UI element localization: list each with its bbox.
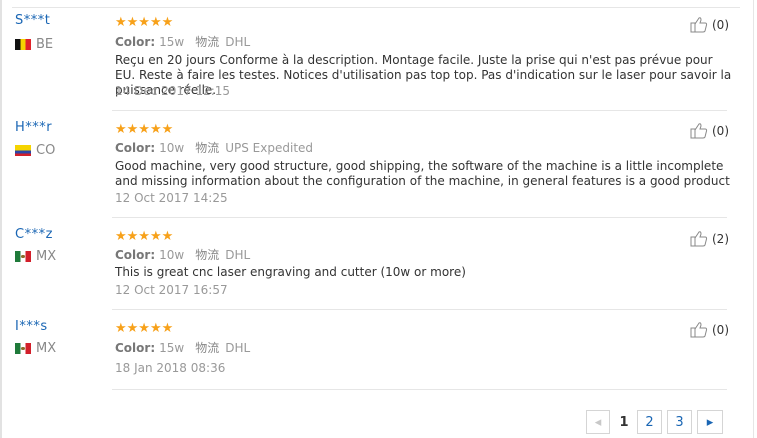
country-code: MX	[36, 341, 57, 356]
helpful-button[interactable]: (2)	[690, 230, 729, 247]
reviewer-name: I***s	[15, 319, 48, 334]
review-meta: Color: 15w 物流 DHL	[115, 33, 250, 50]
color-value: 15w	[159, 341, 185, 355]
mexico-flag-icon	[15, 343, 31, 354]
star-rating: ★★★★★	[115, 229, 174, 244]
right-frame-border	[753, 0, 754, 438]
reviewer-name: C***z	[15, 227, 53, 242]
colombia-flag-icon	[15, 145, 31, 156]
thumbs-up-icon	[690, 123, 708, 139]
review-divider	[112, 389, 727, 390]
helpful-count: (0)	[712, 322, 729, 337]
color-label: Color:	[115, 141, 156, 155]
top-divider	[12, 7, 740, 8]
shipping-label: 物流	[195, 341, 220, 355]
thumbs-up-icon	[690, 231, 708, 247]
color-value: 10w	[159, 141, 185, 155]
reviewer-country: BE	[15, 37, 53, 52]
page-2-button[interactable]: 2	[637, 410, 662, 434]
shipping-value: DHL	[225, 248, 251, 262]
review-text: This is great cnc laser engraving and cu…	[115, 265, 466, 279]
mexico-flag-icon	[15, 251, 31, 262]
helpful-button[interactable]: (0)	[690, 122, 729, 139]
thumbs-up-icon	[690, 322, 708, 338]
reviewer-country: CO	[15, 143, 55, 158]
reviewer-country: MX	[15, 249, 56, 264]
reviewer-country: MX	[15, 341, 56, 356]
helpful-count: (0)	[712, 17, 729, 32]
shipping-label: 物流	[195, 248, 220, 262]
prev-page-button[interactable]: ◂	[586, 410, 610, 434]
country-code: CO	[36, 143, 56, 158]
color-value: 15w	[159, 35, 185, 49]
helpful-button[interactable]: (0)	[690, 321, 729, 338]
review-text: Good machine, very good structure, good …	[115, 159, 730, 188]
review-meta: Color: 10w 物流 UPS Expedited	[115, 139, 313, 156]
review-date: 12 Oct 2017 14:25	[115, 191, 228, 205]
page-3-button[interactable]: 3	[667, 410, 692, 434]
helpful-button[interactable]: (0)	[690, 16, 729, 33]
color-label: Color:	[115, 35, 156, 49]
shipping-value: UPS Expedited	[225, 141, 314, 155]
color-label: Color:	[115, 341, 156, 355]
review-divider	[112, 309, 727, 310]
next-page-button[interactable]: ▸	[697, 410, 723, 434]
review-divider	[112, 110, 727, 111]
page-1-button[interactable]: 1	[614, 410, 634, 434]
review-date: 18 Jan 2018 08:36	[115, 361, 226, 375]
thumbs-up-icon	[690, 17, 708, 33]
reviewer-name: H***r	[15, 120, 53, 135]
country-code: BE	[36, 37, 54, 52]
review-divider	[112, 217, 727, 218]
belgium-flag-icon	[15, 39, 31, 50]
color-value: 10w	[159, 248, 185, 262]
left-frame-border	[0, 0, 2, 438]
review-date: 14 Dec 2017 12:15	[115, 84, 231, 98]
country-code: MX	[36, 249, 57, 264]
shipping-label: 物流	[195, 35, 220, 49]
shipping-value: DHL	[225, 35, 251, 49]
helpful-count: (0)	[712, 123, 729, 138]
star-rating: ★★★★★	[115, 321, 174, 336]
color-label: Color:	[115, 248, 156, 262]
star-rating: ★★★★★	[115, 15, 174, 30]
reviewer-name: S***t	[15, 13, 51, 28]
shipping-label: 物流	[195, 141, 220, 155]
review-date: 12 Oct 2017 16:57	[115, 283, 228, 297]
shipping-value: DHL	[225, 341, 251, 355]
review-meta: Color: 10w 物流 DHL	[115, 246, 250, 263]
helpful-count: (2)	[712, 231, 729, 246]
star-rating: ★★★★★	[115, 122, 174, 137]
review-meta: Color: 15w 物流 DHL	[115, 339, 250, 356]
